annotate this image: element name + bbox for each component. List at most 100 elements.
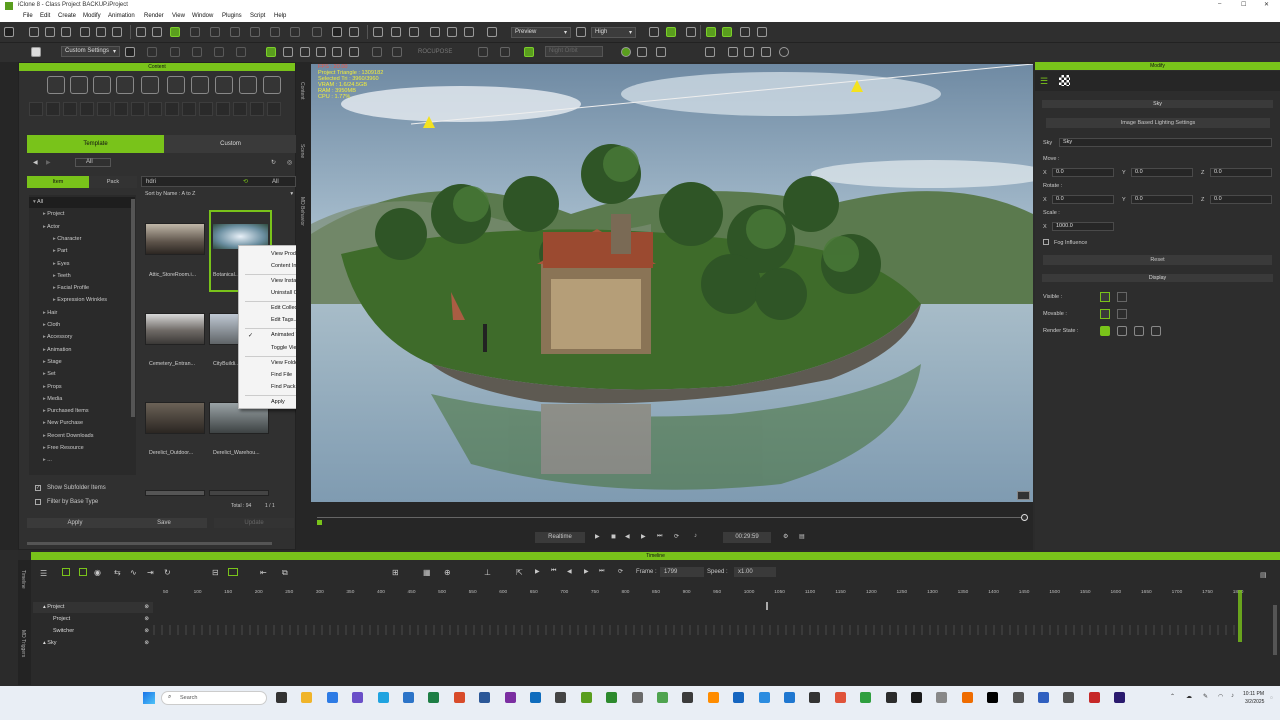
taskbar-app-icon[interactable] (758, 692, 770, 703)
taskbar-app-icon[interactable] (707, 692, 719, 703)
tree-item[interactable]: ▸ Part (29, 246, 135, 257)
thumbnail-partial[interactable] (209, 490, 269, 496)
curve-icon[interactable] (170, 47, 180, 57)
camera-icon[interactable] (349, 27, 359, 37)
snap-icon[interactable] (250, 27, 260, 37)
track-mute-icon[interactable]: ⊗ (144, 626, 149, 637)
menu-plugins[interactable]: Plugins (222, 13, 242, 19)
motion-icon[interactable] (167, 76, 185, 94)
track-mute-icon[interactable]: ⊗ (144, 602, 149, 613)
show-subfolder-checkbox[interactable]: ✓ Show Subfolder Items (35, 484, 135, 493)
layout-icon[interactable] (430, 27, 440, 37)
taskbar-app-icon[interactable] (530, 692, 541, 703)
switcher-track[interactable] (153, 625, 1238, 635)
loop-icon[interactable]: ⟳ (674, 533, 679, 540)
align-icon[interactable] (290, 27, 300, 37)
taskbar-app-icon[interactable] (682, 692, 694, 703)
list-icon[interactable]: ☰ (40, 569, 47, 578)
taskbar-app-icon[interactable] (580, 692, 592, 703)
forward-arrow-icon[interactable]: ▶ (46, 159, 51, 166)
grid-icon[interactable] (447, 27, 457, 37)
curve-editor-icon[interactable]: ∿ (130, 568, 137, 577)
wifi-icon[interactable]: ◠ (1218, 693, 1223, 700)
quality-select[interactable]: High ▾ (591, 27, 636, 38)
custom-settings-select[interactable]: Custom Settings ▾ (61, 46, 120, 57)
save-icon[interactable] (61, 27, 71, 37)
menu-modify[interactable]: Modify (83, 13, 101, 19)
rotate-icon[interactable] (210, 27, 220, 37)
taskbar-app-icon[interactable] (1088, 692, 1100, 703)
stop-icon[interactable]: ◼ (611, 533, 616, 540)
new-project-icon[interactable] (29, 27, 39, 37)
export-icon[interactable] (96, 27, 106, 37)
frame-input[interactable]: 1799 (660, 567, 704, 577)
scale-x-field[interactable]: 1000.0 (1052, 222, 1114, 231)
taskbar-app-icon[interactable] (834, 692, 846, 703)
taskbar-app-icon[interactable] (961, 692, 973, 703)
tree-item[interactable]: ▸ Free Resource (29, 443, 135, 454)
tree-item[interactable]: ▸ Hair (29, 308, 135, 319)
keyframe-icon[interactable] (147, 47, 157, 57)
sky-section-header[interactable]: Sky (1042, 100, 1273, 108)
tree-item[interactable]: ▸ Media (29, 394, 135, 405)
gizmo-icon[interactable] (666, 27, 676, 37)
edit-icon[interactable] (649, 27, 659, 37)
sort-select[interactable]: Sort by Name : A to Z ▾ (145, 191, 295, 201)
thumbnail-derelict-outdoor[interactable] (145, 402, 205, 434)
quad-view-icon[interactable] (464, 27, 474, 37)
thumbnail-city-building[interactable] (209, 313, 241, 345)
slider-start-marker[interactable] (317, 520, 322, 525)
viewport-menu-icon[interactable] (1017, 491, 1030, 500)
tree-item[interactable]: ▸ Eyes (29, 259, 135, 270)
import-icon[interactable] (80, 27, 90, 37)
home-icon[interactable] (409, 27, 419, 37)
open-icon[interactable] (45, 27, 55, 37)
ruler-icon[interactable] (686, 27, 696, 37)
record-icon[interactable] (500, 47, 510, 57)
render-shaded-icon[interactable] (1117, 326, 1127, 336)
taskbar-app-icon[interactable] (428, 692, 440, 703)
material-icon[interactable] (1059, 75, 1070, 86)
taskbar-search-input[interactable]: ⌕ Search (161, 691, 267, 705)
landscape-icon[interactable] (191, 76, 209, 94)
clock-time[interactable]: 10:11 PM (1243, 691, 1264, 697)
grid-icon[interactable]: ▦ (423, 568, 431, 577)
hidden-toggle-icon[interactable] (1117, 292, 1127, 302)
view-icon[interactable]: ◉ (94, 568, 101, 577)
3d-viewport[interactable] (311, 64, 1033, 502)
sync-icon[interactable] (740, 27, 750, 37)
sky-name-field[interactable]: Sky (1059, 138, 1272, 147)
taskbar-app-icon[interactable] (987, 692, 999, 703)
light-icon[interactable] (391, 27, 401, 37)
transform-icon[interactable] (487, 27, 497, 37)
pen-icon[interactable]: ✎ (1203, 693, 1208, 700)
refresh-icon[interactable] (332, 47, 342, 57)
attach-icon[interactable] (236, 47, 246, 57)
taskbar-app-icon[interactable] (809, 692, 821, 703)
close-button[interactable]: ✕ (1264, 1, 1269, 8)
swap-icon[interactable]: ⇆ (114, 568, 121, 577)
minimize-button[interactable]: – (1218, 1, 1221, 7)
tab-custom[interactable]: Custom (164, 135, 297, 153)
move-z-field[interactable]: 0.0 (1210, 168, 1272, 177)
screen-icon[interactable] (373, 27, 383, 37)
path-breadcrumb[interactable]: All (75, 158, 111, 167)
diamond-icon[interactable] (372, 47, 382, 57)
tl-end-icon[interactable]: ⏭ (599, 568, 604, 575)
fit-icon[interactable]: ⊥ (484, 568, 491, 577)
timeline-options-icon[interactable]: ▤ (1260, 571, 1267, 579)
menu-edit[interactable]: Edit (40, 13, 50, 19)
menu-item-edit-tags[interactable]: Edit Tags... (271, 317, 298, 323)
taskbar-app-icon[interactable] (1114, 692, 1126, 703)
render-icon[interactable] (112, 27, 122, 37)
search-input[interactable]: hdri ⟲ All (141, 176, 296, 187)
taskbar-app-icon[interactable] (1038, 692, 1049, 703)
menu-view[interactable]: View (172, 13, 185, 19)
menu-animation[interactable]: Animation (108, 13, 135, 19)
tree-item[interactable]: ▸ Props (29, 382, 135, 393)
workspace-icon[interactable] (31, 47, 41, 57)
horizontal-scrollbar[interactable] (27, 542, 272, 545)
taskbar-app-icon[interactable] (631, 692, 643, 703)
ibl-settings-button[interactable]: Image Based Lighting Settings (1046, 118, 1270, 128)
playback-slider[interactable] (317, 517, 1025, 518)
